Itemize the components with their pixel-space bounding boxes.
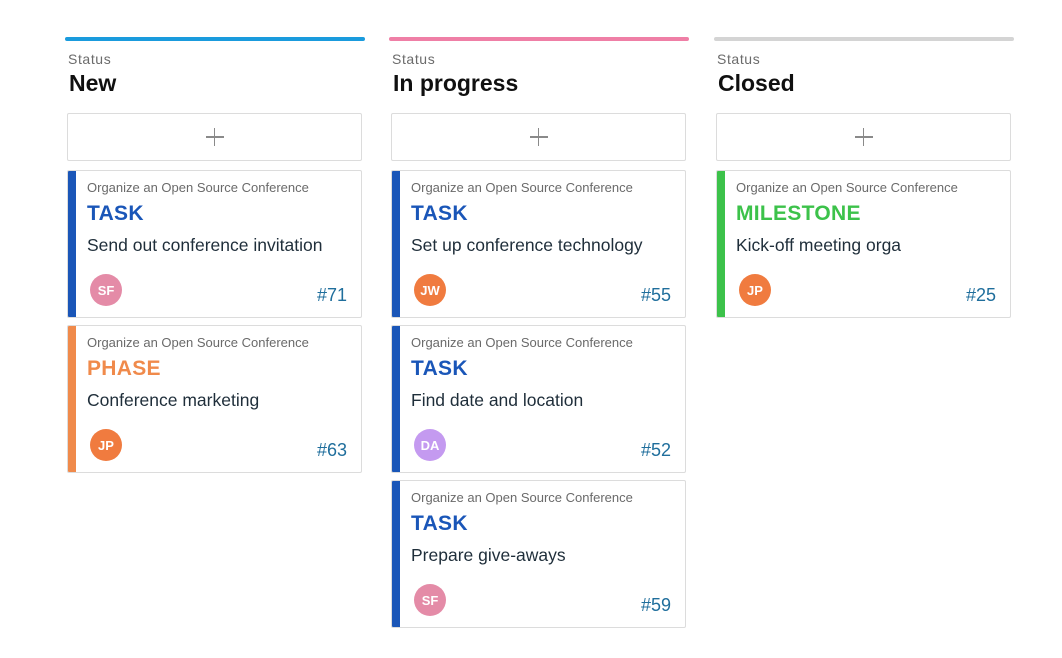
- card-type-accent: [717, 171, 725, 317]
- card[interactable]: Organize an Open Source Conference PHASE…: [67, 325, 362, 473]
- card-project: Organize an Open Source Conference: [87, 180, 309, 195]
- add-card-button[interactable]: [716, 113, 1011, 161]
- card-subject: Send out conference invitation: [87, 235, 323, 255]
- card-id-link[interactable]: #55: [641, 285, 671, 306]
- avatar[interactable]: SF: [90, 274, 122, 306]
- card-type-accent: [392, 481, 400, 627]
- card-type-accent: [68, 171, 76, 317]
- card-project: Organize an Open Source Conference: [411, 335, 633, 350]
- card-id-link[interactable]: #71: [317, 285, 347, 306]
- card-type: PHASE: [87, 357, 161, 380]
- card-subject: Prepare give-aways: [411, 545, 566, 565]
- card-project: Organize an Open Source Conference: [87, 335, 309, 350]
- avatar[interactable]: SF: [414, 584, 446, 616]
- column-status-label: Status: [717, 51, 761, 67]
- card-project: Organize an Open Source Conference: [411, 180, 633, 195]
- avatar[interactable]: JW: [414, 274, 446, 306]
- card-project: Organize an Open Source Conference: [411, 490, 633, 505]
- column-color-bar: [714, 37, 1014, 41]
- column-status-label: Status: [392, 51, 436, 67]
- plus-icon: [529, 128, 548, 146]
- add-card-button[interactable]: [67, 113, 362, 161]
- card-id-link[interactable]: #59: [641, 595, 671, 616]
- column-title: Closed: [718, 70, 795, 96]
- card-type: TASK: [411, 202, 468, 225]
- card-type: TASK: [411, 357, 468, 380]
- card-id-link[interactable]: #52: [641, 440, 671, 461]
- column-color-bar: [65, 37, 365, 41]
- column-color-bar: [389, 37, 689, 41]
- card-subject: Conference marketing: [87, 390, 260, 410]
- add-card-button[interactable]: [391, 113, 686, 161]
- avatar[interactable]: DA: [414, 429, 446, 461]
- card-type: TASK: [411, 512, 468, 535]
- avatar[interactable]: JP: [90, 429, 122, 461]
- card-id-link[interactable]: #63: [317, 440, 347, 461]
- column-closed: Status Closed Organize an Open Source Co…: [714, 37, 1014, 318]
- card[interactable]: Organize an Open Source Conference MILES…: [716, 170, 1011, 318]
- card-type-accent: [392, 326, 400, 472]
- column-status-label: Status: [68, 51, 112, 67]
- card[interactable]: Organize an Open Source Conference TASK …: [67, 170, 362, 318]
- card-project: Organize an Open Source Conference: [736, 180, 958, 195]
- card-subject: Set up conference technology: [411, 235, 643, 255]
- card-id-link[interactable]: #25: [966, 285, 996, 306]
- card-type: MILESTONE: [736, 202, 861, 225]
- card[interactable]: Organize an Open Source Conference TASK …: [391, 480, 686, 628]
- card[interactable]: Organize an Open Source Conference TASK …: [391, 325, 686, 473]
- column-title: New: [69, 70, 117, 96]
- card-type-accent: [68, 326, 76, 472]
- card-type: TASK: [87, 202, 144, 225]
- column-in-progress: Status In progress Organize an Open Sour…: [389, 37, 689, 628]
- card[interactable]: Organize an Open Source Conference TASK …: [391, 170, 686, 318]
- card-subject: Find date and location: [411, 390, 584, 410]
- plus-icon: [205, 128, 224, 146]
- card-subject: Kick-off meeting orga: [736, 235, 902, 255]
- avatar[interactable]: JP: [739, 274, 771, 306]
- column-title: In progress: [393, 70, 519, 96]
- column-new: Status New Organize an Open Source Confe…: [65, 37, 365, 473]
- card-type-accent: [392, 171, 400, 317]
- plus-icon: [854, 128, 873, 146]
